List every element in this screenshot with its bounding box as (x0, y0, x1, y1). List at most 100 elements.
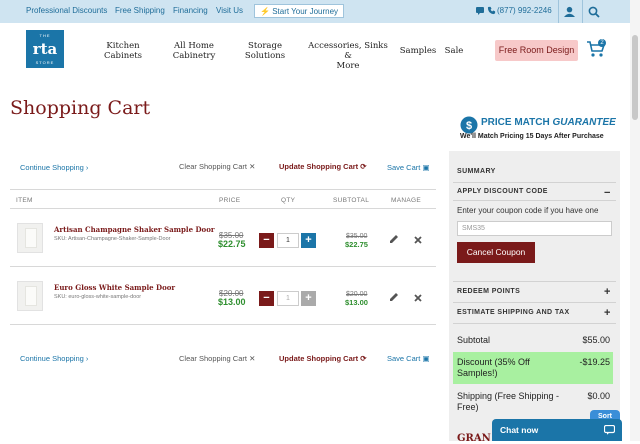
chat-now-button[interactable]: Chat now (492, 419, 622, 441)
svg-text:$: $ (466, 120, 472, 132)
pencil-icon[interactable] (389, 292, 399, 302)
continue-shopping-link[interactable]: Continue Shopping › (20, 354, 88, 363)
divider (10, 324, 436, 325)
col-header-manage: MANAGE (391, 197, 421, 204)
phone-icon[interactable] (487, 6, 496, 15)
summary-heading: SUMMARY (457, 168, 496, 175)
phone-number-link[interactable]: (877) 992-2246 (497, 6, 552, 15)
plus-icon[interactable]: + (604, 308, 610, 319)
page-title: Shopping Cart (10, 97, 151, 119)
user-icon (564, 6, 575, 17)
subtotal-value: $22.75 (345, 240, 368, 249)
financing-link[interactable]: Financing (173, 6, 208, 15)
col-header-item: ITEM (16, 197, 33, 204)
minus-icon[interactable]: − (604, 188, 610, 199)
nav-samples[interactable]: Samples (398, 46, 438, 56)
remove-icon[interactable] (413, 293, 423, 303)
product-name-link[interactable]: Artisan Champagne Shaker Sample Door (54, 225, 215, 234)
account-button[interactable] (558, 0, 580, 23)
coupon-prompt: Enter your coupon code if you have one (457, 206, 599, 215)
floppy-disk-icon: ▣ (422, 354, 430, 363)
logo-main-text: rta (32, 40, 58, 58)
discount-label: Discount (35% Off Samples!) (457, 357, 530, 378)
apply-discount-toggle[interactable]: APPLY DISCOUNT CODE (457, 188, 548, 195)
col-header-price: PRICE (219, 197, 241, 204)
grand-total-label: GRAN (457, 433, 491, 444)
divider (453, 302, 616, 303)
update-cart-button[interactable]: Update Shopping Cart ⟳ (279, 162, 367, 171)
divider (453, 182, 616, 183)
nav-all-home-cabinetry[interactable]: All Home Cabinetry (168, 41, 220, 61)
col-header-subtotal: SUBTOTAL (333, 197, 370, 204)
product-name-link[interactable]: Euro Gloss White Sample Door (54, 283, 175, 292)
cart-count-badge: 2 (598, 39, 606, 47)
clear-cart-button[interactable]: Clear Shopping Cart ✕ (179, 162, 255, 171)
sale-price: $13.00 (218, 297, 246, 307)
shipping-amount: $0.00 (587, 391, 610, 401)
remove-icon[interactable] (413, 235, 423, 245)
qty-decrease-button[interactable]: − (259, 291, 274, 306)
divider (10, 208, 436, 209)
plus-icon[interactable]: + (604, 287, 610, 298)
product-thumbnail[interactable] (17, 223, 43, 253)
price-match-subtitle: We'll Match Pricing 15 Days After Purcha… (460, 133, 604, 140)
continue-shopping-link[interactable]: Continue Shopping › (20, 163, 88, 172)
qty-input[interactable]: 1 (277, 291, 299, 306)
sale-price: $22.75 (218, 239, 246, 249)
qty-increase-button[interactable]: + (301, 233, 316, 248)
chat-bubble-icon[interactable] (476, 7, 484, 15)
qty-increase-button[interactable]: + (301, 291, 316, 306)
top-utility-bar: Professional Discounts Free Shipping Fin… (0, 0, 640, 23)
subtotal-label: Subtotal (457, 335, 491, 345)
divider (453, 281, 616, 282)
free-room-design-button[interactable]: Free Room Design (495, 40, 578, 61)
nav-kitchen-cabinets[interactable]: Kitchen Cabinets (100, 41, 146, 61)
col-header-qty: QTY (281, 197, 296, 204)
price-match-title: PRICE MATCH GUARANTEE (481, 117, 616, 128)
divider (10, 266, 436, 267)
product-sku: SKU: Artisan-Champagne-Shaker-Sample-Doo… (54, 236, 171, 242)
chevron-right-icon: › (85, 163, 89, 172)
cancel-coupon-button[interactable]: Cancel Coupon (457, 242, 535, 263)
save-cart-button[interactable]: Save Cart ▣ (387, 163, 430, 172)
clear-cart-button[interactable]: Clear Shopping Cart ✕ (179, 354, 255, 363)
estimate-shipping-toggle[interactable]: ESTIMATE SHIPPING AND TAX (457, 309, 570, 316)
scrollbar-thumb[interactable] (632, 35, 638, 120)
qty-input[interactable]: 1 (277, 233, 299, 248)
start-journey-label: Start Your Journey (272, 7, 339, 16)
professional-discounts-link[interactable]: Professional Discounts (26, 6, 107, 15)
start-journey-button[interactable]: ⚡ Start Your Journey (254, 4, 345, 18)
subtotal-amount: $55.00 (582, 335, 610, 345)
search-button[interactable] (582, 0, 604, 23)
save-cart-button[interactable]: Save Cart ▣ (387, 354, 430, 363)
door-image (25, 286, 37, 306)
dollar-badge-icon: $ (460, 116, 478, 134)
refresh-icon: ⟳ (360, 162, 367, 171)
qty-decrease-button[interactable]: − (259, 233, 274, 248)
search-icon (588, 6, 600, 18)
divider (453, 200, 616, 201)
chevron-right-icon: › (85, 354, 89, 363)
shipping-label: Shipping (Free Shipping - Free) (457, 391, 560, 412)
nav-storage-solutions[interactable]: Storage Solutions (241, 41, 289, 61)
free-shipping-link[interactable]: Free Shipping (115, 6, 165, 15)
nav-accessories-sinks-more[interactable]: Accessories, Sinks & More (304, 41, 392, 71)
floppy-disk-icon: ▣ (422, 163, 430, 172)
close-icon: ✕ (249, 354, 256, 363)
rta-store-logo[interactable]: THE rta STORE (26, 30, 64, 68)
coupon-code-input[interactable]: SMS35 (457, 221, 612, 236)
product-thumbnail[interactable] (17, 281, 43, 311)
update-cart-button[interactable]: Update Shopping Cart ⟳ (279, 354, 367, 363)
subtotal-value: $13.00 (345, 298, 368, 307)
chat-icon (604, 425, 615, 435)
redeem-points-toggle[interactable]: REDEEM POINTS (457, 288, 520, 295)
logo-bottom-text: STORE (35, 60, 55, 65)
visit-us-link[interactable]: Visit Us (216, 6, 243, 15)
product-sku: SKU: euro-gloss-white-sample-door (54, 294, 142, 300)
original-subtotal: $35.00 (346, 233, 368, 240)
lightning-icon: ⚡ (260, 7, 270, 16)
close-icon: ✕ (249, 162, 256, 171)
pencil-icon[interactable] (389, 234, 399, 244)
nav-sale[interactable]: Sale (442, 46, 466, 56)
page-scrollbar[interactable] (630, 0, 640, 441)
